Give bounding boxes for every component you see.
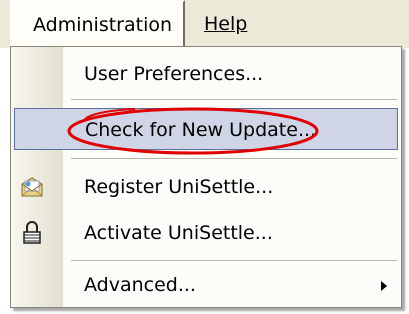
menu-administration[interactable]: Administration: [10, 0, 185, 46]
menu-separator: [71, 99, 397, 100]
menu-item-user-preferences[interactable]: User Preferences...: [11, 53, 401, 95]
menu-item-label: Check for New Update...: [85, 119, 317, 141]
menu-item-advanced[interactable]: Advanced...: [11, 264, 401, 306]
envelope-icon: [21, 177, 43, 197]
menu-bar: Administration Help: [0, 0, 409, 48]
menu-item-label: Advanced...: [84, 274, 196, 296]
menu-separator: [71, 260, 397, 261]
padlock-icon: [23, 221, 41, 244]
menu-item-label: Register UniSettle...: [84, 176, 274, 198]
menu-item-activate[interactable]: Activate UniSettle...: [11, 212, 401, 254]
administration-dropdown-menu: User Preferences... Check for New Update…: [10, 46, 402, 308]
menu-item-register[interactable]: Register UniSettle...: [11, 166, 401, 208]
menu-item-check-for-new-update[interactable]: Check for New Update...: [14, 108, 398, 150]
menu-administration-label: Administration: [33, 14, 173, 36]
submenu-arrow-icon: [381, 281, 387, 291]
menu-item-label: Activate UniSettle...: [84, 222, 273, 244]
menu-separator: [71, 158, 397, 159]
menu-help-label: Help: [204, 13, 248, 35]
app-screenshot: Administration Help User Preferences... …: [0, 0, 409, 314]
menu-item-label: User Preferences...: [84, 63, 264, 85]
menu-help[interactable]: Help: [200, 0, 274, 48]
